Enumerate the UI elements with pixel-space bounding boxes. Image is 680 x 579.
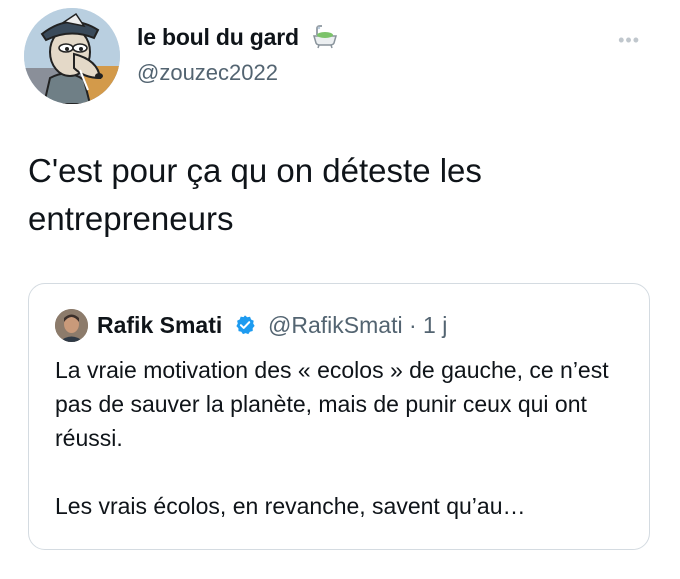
author-handle[interactable]: @zouzec2022 xyxy=(137,60,278,86)
quoted-tweet-text: La vraie motivation des « ecolos » de ga… xyxy=(55,353,635,523)
more-options-icon[interactable]: ••• xyxy=(618,30,640,51)
bathtub-icon xyxy=(311,25,339,55)
author-name-text[interactable]: le boul du gard xyxy=(137,24,299,50)
author-avatar[interactable] xyxy=(24,8,120,104)
quoted-tweet-time[interactable]: 1 j xyxy=(423,312,447,338)
quoted-author-handle[interactable]: @RafikSmati xyxy=(268,312,403,338)
verified-badge-icon xyxy=(234,314,256,342)
quoted-tweet-card[interactable]: Rafik Smati @RafikSmati · 1 j La vraie m… xyxy=(28,283,650,550)
quoted-tweet-header: Rafik Smati @RafikSmati · 1 j xyxy=(97,312,447,342)
author-display-name[interactable]: le boul du gard xyxy=(137,24,339,55)
quoted-author-avatar[interactable] xyxy=(55,309,88,342)
quoted-author-name[interactable]: Rafik Smati xyxy=(97,312,222,338)
header-separator: · xyxy=(408,312,417,338)
quoted-paragraph-1: La vraie motivation des « ecolos » de ga… xyxy=(55,357,609,451)
quoted-paragraph-2: Les vrais écolos, en revanche, savent qu… xyxy=(55,493,526,519)
tweet-text: C'est pour ça qu on déteste les entrepre… xyxy=(28,152,482,237)
